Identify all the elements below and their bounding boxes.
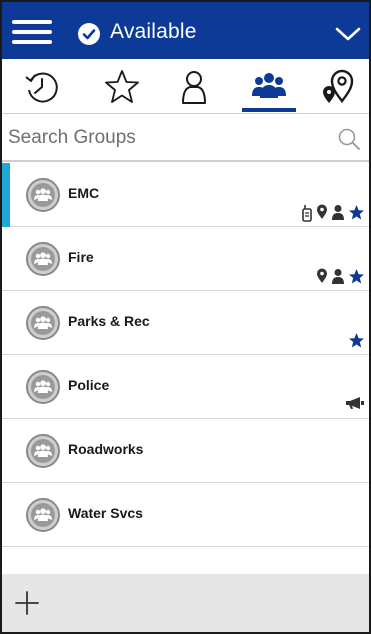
search-input[interactable] xyxy=(8,123,328,153)
group-avatar xyxy=(26,306,60,340)
status-bar: Available xyxy=(2,2,369,59)
group-row[interactable]: Police xyxy=(2,355,369,419)
tab-favorites[interactable] xyxy=(102,67,142,107)
group-name: Water Svcs xyxy=(68,505,143,521)
favorite-star-icon xyxy=(348,268,365,284)
map-pins-icon xyxy=(323,69,354,103)
location-pin-icon xyxy=(316,268,328,284)
search-icon[interactable] xyxy=(337,127,361,151)
group-name: Police xyxy=(68,377,110,393)
group-row[interactable]: Fire xyxy=(2,227,369,291)
group-name: Parks & Rec xyxy=(68,313,150,329)
favorite-star-icon xyxy=(348,204,365,220)
status-label[interactable]: Available xyxy=(110,20,197,44)
group-avatar xyxy=(26,370,60,404)
group-name: Fire xyxy=(68,249,94,265)
footer-bar xyxy=(2,574,369,632)
active-tab-indicator xyxy=(242,108,296,112)
group-list: EMC Fire Parks & Rec Police Roadworks Wa… xyxy=(2,163,369,547)
group-indicators xyxy=(316,268,365,284)
person-icon xyxy=(331,268,345,284)
radio-icon xyxy=(301,204,313,222)
tab-groups[interactable] xyxy=(249,67,289,107)
chevron-down-icon[interactable] xyxy=(335,26,361,42)
group-row[interactable]: Roadworks xyxy=(2,419,369,483)
group-name: Roadworks xyxy=(68,441,144,457)
checkmark-circle-icon xyxy=(78,23,100,45)
megaphone-icon xyxy=(345,396,365,412)
group-avatar xyxy=(26,242,60,276)
person-icon xyxy=(331,204,345,220)
group-indicators xyxy=(345,396,365,412)
group-name: EMC xyxy=(68,185,100,201)
tab-history[interactable] xyxy=(22,67,62,107)
tab-map[interactable] xyxy=(320,67,360,107)
tab-bar xyxy=(2,59,369,114)
history-icon xyxy=(25,72,58,103)
group-avatar xyxy=(26,178,60,212)
hamburger-menu-icon[interactable] xyxy=(12,20,52,44)
group-indicators xyxy=(301,204,365,222)
tab-contacts[interactable] xyxy=(174,67,214,107)
group-row[interactable]: Water Svcs xyxy=(2,483,369,547)
groups-icon xyxy=(252,73,286,98)
plus-icon[interactable] xyxy=(14,590,40,616)
favorite-star-icon xyxy=(348,332,365,348)
app-frame: Available Search Groups EMC Fire Parks &… xyxy=(0,0,371,634)
location-pin-icon xyxy=(316,204,328,220)
group-avatar xyxy=(26,434,60,468)
group-row[interactable]: Parks & Rec xyxy=(2,291,369,355)
group-row[interactable]: EMC xyxy=(2,163,369,227)
group-indicators xyxy=(348,332,365,348)
group-avatar xyxy=(26,498,60,532)
star-icon xyxy=(105,70,139,103)
search-bar xyxy=(2,115,369,162)
contact-icon xyxy=(182,71,206,104)
